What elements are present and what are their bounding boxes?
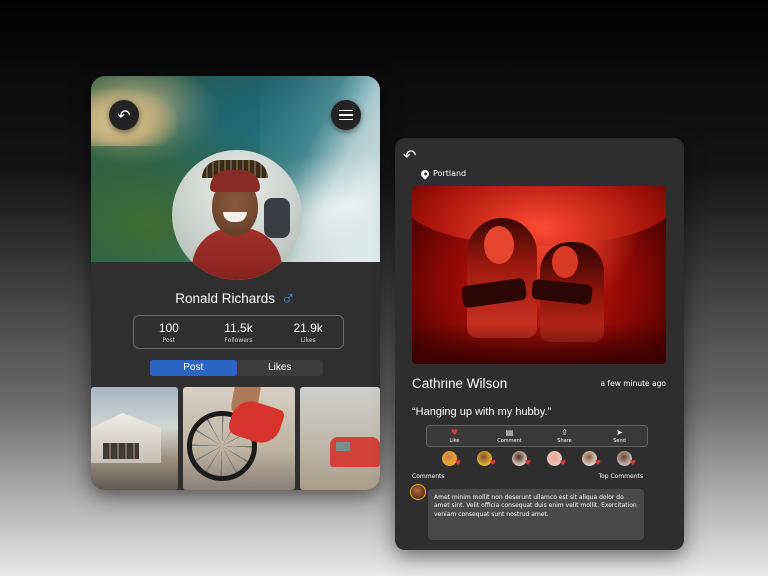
stat-likes[interactable]: 21.9k Likes	[278, 321, 338, 344]
stat-label: Post	[162, 336, 176, 344]
liker-avatar[interactable]: ♥	[617, 451, 636, 467]
post-actions-bar: ♥ Like ▤ Comment ⇪ Share ➤ Send	[426, 425, 648, 447]
post-thumbnails	[91, 387, 380, 490]
profile-tabs: Post Likes	[150, 360, 323, 376]
back-button[interactable]: ↶	[109, 100, 139, 130]
tab-likes[interactable]: Likes	[237, 360, 324, 376]
stat-posts[interactable]: 100 Post	[139, 321, 199, 344]
commenter-avatar[interactable]	[410, 484, 426, 500]
send-button[interactable]: ➤ Send	[598, 428, 642, 444]
action-label: Like	[449, 438, 460, 444]
comments-label[interactable]: Comments	[412, 473, 445, 480]
male-symbol-icon: ♂	[280, 288, 296, 310]
comment-button[interactable]: ▤ Comment	[488, 428, 532, 444]
profile-name: Ronald Richards	[175, 291, 276, 306]
post-location[interactable]: Portland	[419, 167, 467, 180]
back-arrow-icon[interactable]: ↶	[403, 146, 416, 165]
heart-icon: ♥	[450, 428, 459, 437]
profile-name-row: Ronald Richards ♂	[91, 288, 380, 311]
heart-icon: ♥	[594, 459, 601, 467]
post-photo[interactable]	[412, 186, 666, 364]
action-label: Comment	[497, 438, 522, 444]
location-label: Portland	[433, 169, 467, 178]
stat-label: Followers	[224, 336, 253, 344]
menu-button[interactable]	[331, 100, 361, 130]
post-card: ↶ Portland Cathrine Wilson a few minute …	[395, 138, 684, 550]
heart-icon: ♥	[559, 459, 566, 467]
stat-value: 21.9k	[293, 320, 323, 335]
liker-avatars: ♥ ♥ ♥ ♥ ♥ ♥	[442, 451, 636, 467]
heart-icon: ♥	[489, 459, 496, 467]
location-pin-icon	[419, 167, 431, 180]
tab-post[interactable]: Post	[150, 360, 237, 376]
stat-label: Likes	[300, 336, 316, 344]
like-button[interactable]: ♥ Like	[433, 428, 477, 444]
comment-bubble: Amet minim mollit non deserunt ullamco e…	[428, 489, 644, 540]
stat-value: 11.5k	[224, 320, 253, 335]
hamburger-menu-icon	[339, 109, 353, 121]
liker-avatar[interactable]: ♥	[442, 451, 461, 467]
post-thumbnail[interactable]	[91, 387, 178, 490]
heart-icon: ♥	[629, 459, 636, 467]
stat-value: 100	[158, 320, 179, 335]
profile-stats: 100 Post 11.5k Followers 21.9k Likes	[133, 315, 344, 349]
post-timestamp: a few minute ago	[600, 379, 666, 388]
heart-icon: ♥	[524, 459, 531, 467]
liker-avatar[interactable]: ♥	[547, 451, 566, 467]
post-author-name[interactable]: Cathrine Wilson	[412, 376, 507, 391]
stat-followers[interactable]: 11.5k Followers	[208, 321, 268, 344]
back-arrow-icon: ↶	[117, 105, 131, 125]
profile-avatar[interactable]	[172, 150, 302, 280]
post-caption: “Hanging up with my hubby.”	[412, 406, 552, 418]
share-icon: ⇪	[561, 428, 568, 437]
heart-icon: ♥	[454, 459, 461, 467]
top-comments-label[interactable]: Top Comments	[598, 473, 643, 480]
post-thumbnail[interactable]	[300, 387, 380, 490]
liker-avatar[interactable]: ♥	[512, 451, 531, 467]
comment-text: Amet minim mollit non deserunt ullamco e…	[434, 494, 637, 518]
post-thumbnail[interactable]	[183, 387, 295, 490]
liker-avatar[interactable]: ♥	[582, 451, 601, 467]
share-button[interactable]: ⇪ Share	[543, 428, 587, 444]
comment-icon: ▤	[505, 428, 514, 437]
profile-card: ↶ Ronald Richards ♂ 100 Post 11.5k Follo…	[91, 76, 380, 490]
liker-avatar[interactable]: ♥	[477, 451, 496, 467]
send-icon: ➤	[616, 428, 623, 437]
action-label: Share	[557, 438, 572, 444]
action-label: Send	[613, 438, 626, 444]
